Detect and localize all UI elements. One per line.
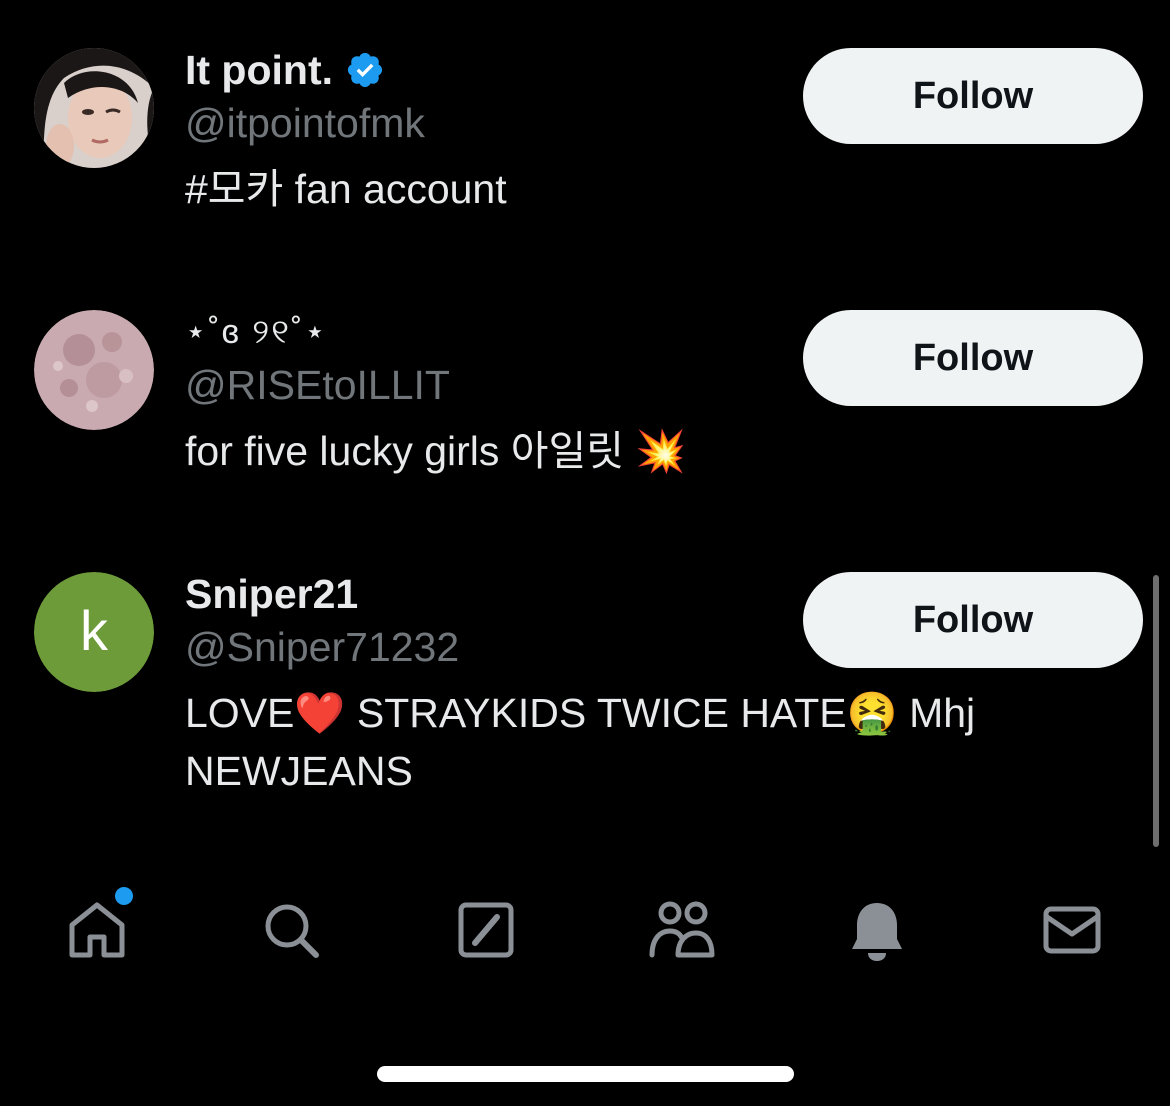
avatar[interactable]: k [34, 572, 154, 692]
bottom-tab-bar [0, 880, 1170, 990]
user-handle: @RISEtoILLIT [185, 362, 450, 408]
home-icon [64, 897, 130, 968]
display-name[interactable]: ⋆˚ɞ ୨୧˚⋆ [185, 312, 328, 352]
home-indicator[interactable] [377, 1066, 794, 1082]
tab-explore[interactable] [251, 892, 331, 972]
mail-icon [1039, 897, 1105, 968]
avatar-letter: k [34, 572, 154, 692]
display-name[interactable]: Sniper21 [185, 571, 358, 618]
follow-button[interactable]: Follow [803, 572, 1143, 668]
user-handle: @Sniper71232 [185, 624, 460, 670]
user-handle: @itpointofmk [185, 100, 425, 146]
name-line: Sniper21 [185, 568, 358, 620]
bell-icon [844, 897, 910, 968]
home-notification-dot [113, 885, 135, 907]
name-line: ⋆˚ɞ ୨୧˚⋆ [185, 306, 328, 358]
user-row-risetoillit[interactable]: ⋆˚ɞ ୨୧˚⋆ @RISEtoILLIT for five lucky gir… [0, 262, 1170, 512]
search-icon [258, 897, 324, 968]
verified-badge-icon [345, 50, 385, 90]
user-row-itpointofmk[interactable]: It point. @itpointofmk #모카 fan account F… [0, 0, 1170, 250]
communities-icon [646, 897, 718, 968]
follow-button[interactable]: Follow [803, 310, 1143, 406]
tab-notifications[interactable] [837, 892, 917, 972]
user-bio: for five lucky girls 아일릿 💥 [185, 428, 687, 474]
bio-text: LOVE [185, 690, 295, 736]
user-bio: #모카 fan account [185, 166, 507, 212]
tab-grok[interactable] [446, 892, 526, 972]
avatar[interactable] [34, 310, 154, 430]
vomiting-face-emoji: 🤮 [846, 689, 898, 737]
scrollbar[interactable] [1153, 575, 1159, 847]
user-bio: LOVE❤️ STRAYKIDS TWICE HATE🤮 Mhj NEWJEAN… [185, 684, 1045, 800]
tab-messages[interactable] [1032, 892, 1112, 972]
follow-button[interactable]: Follow [803, 48, 1143, 144]
red-heart-emoji: ❤️ [294, 689, 346, 737]
bio-text: STRAYKIDS TWICE HATE [345, 690, 847, 736]
name-line: It point. [185, 44, 385, 96]
user-row-sniper71232[interactable]: k Sniper21 @Sniper71232 LOVE❤️ STRAYKIDS… [0, 524, 1170, 814]
avatar[interactable] [34, 48, 154, 168]
tab-communities[interactable] [642, 892, 722, 972]
display-name[interactable]: It point. [185, 47, 333, 94]
grok-icon [453, 897, 519, 968]
